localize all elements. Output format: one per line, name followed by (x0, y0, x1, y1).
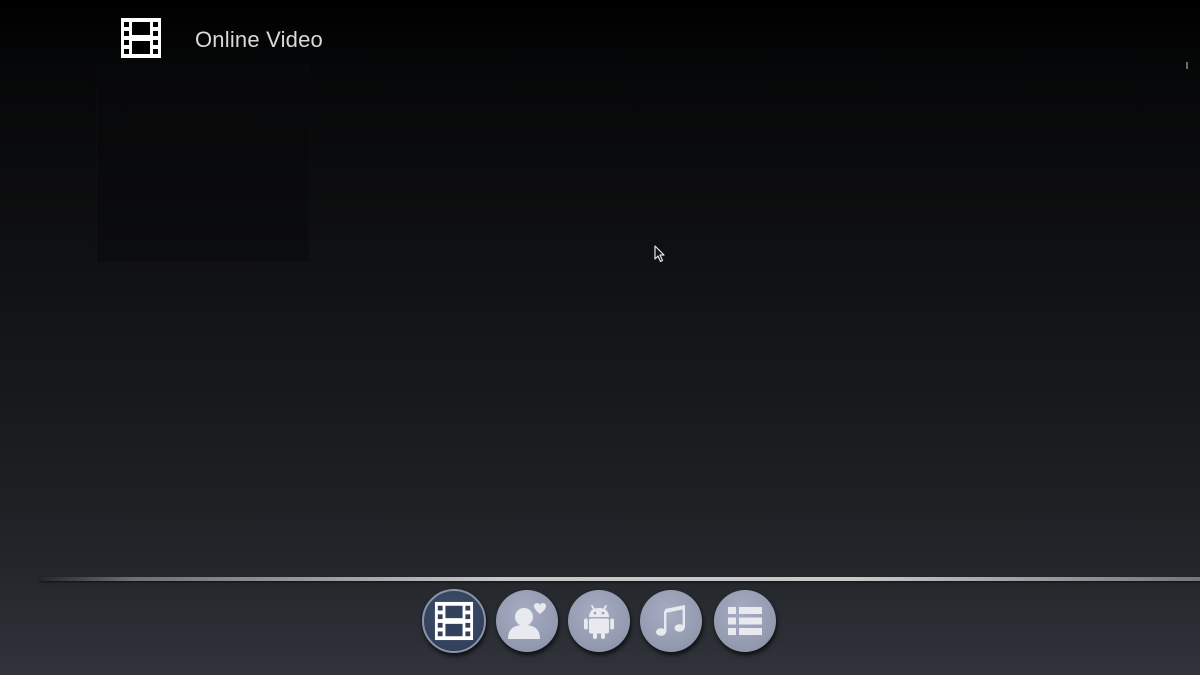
page-title: Online Video (195, 27, 323, 52)
user-heart-icon (508, 603, 546, 639)
dock-menu-button[interactable] (714, 590, 776, 652)
dock-favorites-button[interactable] (496, 590, 558, 652)
mouse-cursor-icon (654, 245, 665, 263)
dock-music-button[interactable] (640, 590, 702, 652)
film-icon (121, 18, 161, 58)
film-icon (434, 601, 474, 641)
music-note-icon (656, 605, 685, 636)
list-icon (728, 607, 762, 635)
media-center-screen: Online Video (0, 0, 1200, 675)
dock-videos-button[interactable] (422, 589, 486, 653)
android-icon (584, 605, 614, 639)
preview-panel (97, 66, 309, 262)
shelf-divider (40, 577, 1200, 581)
dock-programs-button[interactable] (568, 590, 630, 652)
scroll-indicator (1186, 62, 1188, 69)
bottom-dock (420, 588, 780, 654)
